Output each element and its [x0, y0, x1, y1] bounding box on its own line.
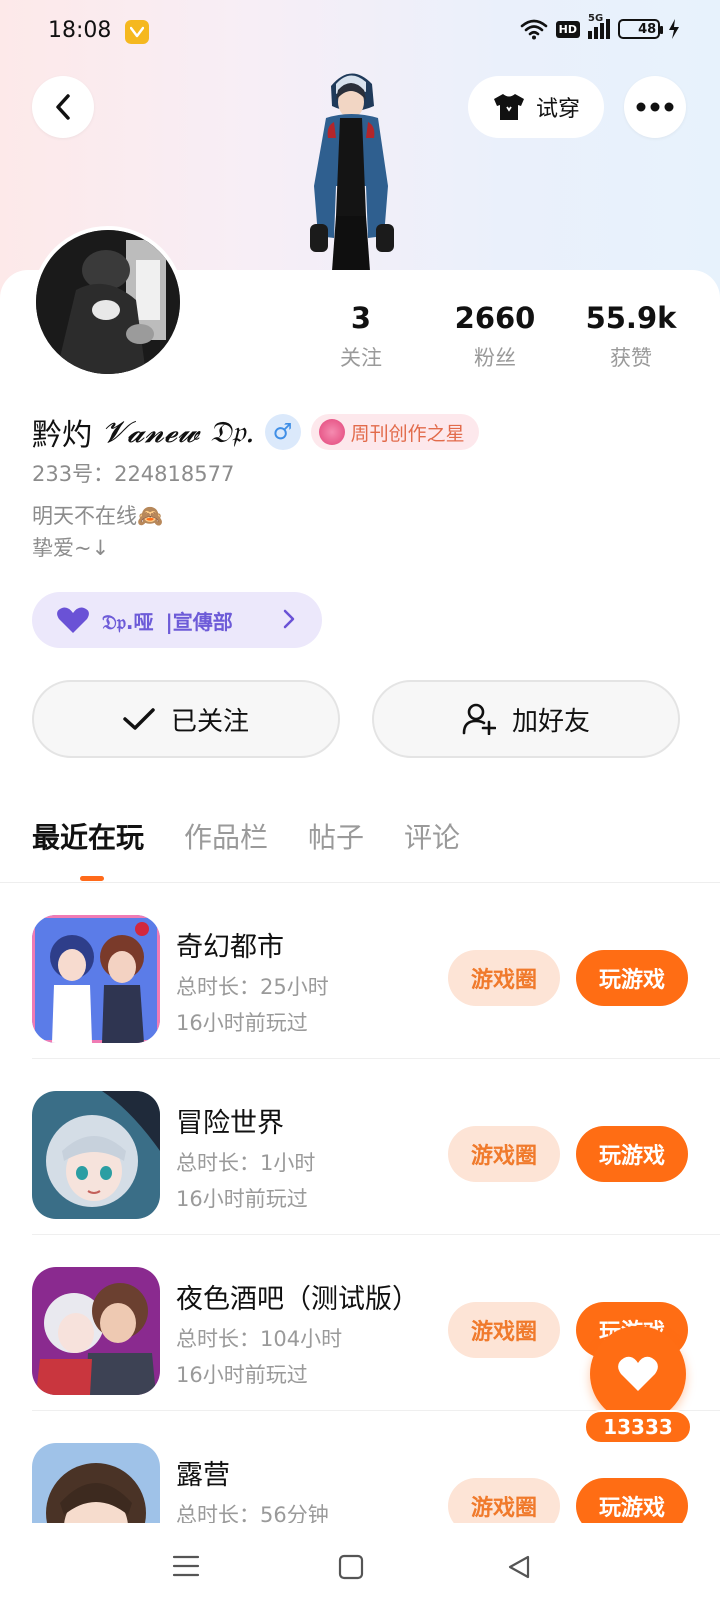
- game-last-played: 16小时前玩过: [176, 1363, 308, 1387]
- game-circle-button[interactable]: 游戏圈: [448, 1302, 560, 1358]
- tab-comments[interactable]: 评论: [404, 816, 460, 856]
- chevron-left-icon: [56, 94, 70, 120]
- try-on-label: 试穿: [535, 97, 580, 122]
- notification-app-icon: [125, 20, 149, 44]
- group-department: |宣傳部: [165, 609, 233, 634]
- status-icons: HD 5G 48: [520, 13, 680, 40]
- system-navigation-bar: [0, 1524, 720, 1612]
- stat-value: 3: [350, 301, 372, 335]
- game-icon: [32, 915, 160, 1043]
- game-title: 奇幻都市: [176, 932, 284, 963]
- like-count: 13333: [584, 1410, 692, 1444]
- list-item[interactable]: 奇幻都市 总时长：25小时 16小时前玩过 游戏圈 玩游戏: [0, 883, 720, 1059]
- stat-likes[interactable]: 55.9k 获赞: [566, 300, 696, 372]
- game-icon: [32, 1267, 160, 1395]
- tab-works[interactable]: 作品栏: [184, 816, 268, 856]
- game-duration: 总时长：56分钟: [176, 1503, 329, 1523]
- tab-posts[interactable]: 帖子: [308, 816, 364, 856]
- followed-button[interactable]: 已关注: [32, 680, 340, 758]
- game-last-played: 16小时前玩过: [176, 1011, 308, 1035]
- list-item[interactable]: 冒险世界 总时长：1小时 16小时前玩过 游戏圈 玩游戏: [0, 1059, 720, 1235]
- profile-tabs: 最近在玩 作品栏 帖子 评论: [32, 816, 460, 856]
- stat-value: 2660: [454, 301, 536, 335]
- user-id: 233号：224818577: [32, 462, 235, 486]
- group-pill[interactable]: 𝔇𝔭.哑 |宣傳部: [32, 592, 322, 648]
- username-signature: 𝓥𝓪𝓷𝓮𝔀 𝔇𝔭.: [102, 414, 255, 450]
- try-on-button[interactable]: 试穿: [468, 76, 604, 138]
- status-bar: 18:08 HD 5G 48: [0, 0, 720, 64]
- game-title: 露营: [176, 1460, 230, 1491]
- game-icon: [32, 1443, 160, 1523]
- game-duration: 总时长：104小时: [176, 1327, 343, 1351]
- more-button[interactable]: [624, 76, 686, 138]
- add-friend-label: 加好友: [511, 706, 590, 737]
- group-name: 𝔇𝔭.哑: [102, 609, 154, 634]
- profile-stats: 3 关注 2660 粉丝 55.9k 获赞: [0, 300, 720, 380]
- game-circle-button[interactable]: 游戏圈: [448, 1126, 560, 1182]
- stat-label: 获赞: [610, 346, 652, 370]
- username: 黔灼: [32, 418, 92, 453]
- user-bio: 明天不在线🙈 挚爱~↓: [32, 504, 164, 560]
- honor-badge-icon: [318, 419, 345, 445]
- play-game-button[interactable]: 玩游戏: [576, 1478, 688, 1523]
- name-row: 黔灼 𝓥𝓪𝓷𝓮𝔀 𝔇𝔭. ♂ 周刊创作之星: [32, 410, 479, 454]
- game-title: 夜色酒吧（测试版）: [176, 1284, 419, 1315]
- add-user-icon: [462, 703, 496, 735]
- back-button[interactable]: [32, 76, 94, 138]
- game-icon: [32, 1091, 160, 1219]
- check-icon: [123, 708, 155, 730]
- network-type: 5G: [588, 13, 604, 24]
- menu-icon[interactable]: [172, 1554, 200, 1578]
- wifi-icon: [520, 19, 547, 40]
- honor-badge-label: 周刊创作之星: [350, 422, 465, 445]
- shirt-icon: [493, 94, 524, 120]
- play-game-button[interactable]: 玩游戏: [576, 950, 688, 1006]
- back-nav-icon[interactable]: [506, 1554, 532, 1580]
- hd-voice-icon: HD: [555, 20, 580, 38]
- followed-label: 已关注: [170, 706, 249, 737]
- stat-followers[interactable]: 2660 粉丝: [430, 300, 560, 372]
- game-duration: 总时长：1小时: [176, 1151, 316, 1175]
- game-circle-button[interactable]: 游戏圈: [448, 1478, 560, 1523]
- battery-level: 48: [638, 21, 657, 37]
- stat-label: 关注: [340, 346, 382, 370]
- heart-icon: [57, 607, 89, 633]
- tab-active-indicator: [80, 876, 104, 881]
- home-icon[interactable]: [338, 1554, 364, 1580]
- avatar-character-figure: [310, 73, 394, 271]
- battery-icon: 48: [618, 19, 663, 39]
- heart-icon: [618, 1356, 658, 1391]
- game-title: 冒险世界: [176, 1108, 284, 1139]
- stat-label: 粉丝: [474, 346, 516, 370]
- tab-recently-played[interactable]: 最近在玩: [32, 816, 144, 856]
- like-button[interactable]: [590, 1326, 686, 1422]
- play-game-button[interactable]: 玩游戏: [576, 1126, 688, 1182]
- more-icon: [636, 102, 674, 112]
- add-friend-button[interactable]: 加好友: [372, 680, 680, 758]
- gender-male-icon: ♂: [264, 414, 301, 450]
- status-time: 18:08: [48, 18, 112, 43]
- game-duration: 总时长：25小时: [176, 975, 329, 999]
- chevron-right-icon: [283, 609, 295, 629]
- honor-badge[interactable]: 周刊创作之星: [310, 414, 479, 450]
- game-last-played: 16小时前玩过: [176, 1187, 308, 1211]
- profile-page: 18:08 HD 5G 48 试穿 3 关注 2660 粉丝 55.9k 获赞 …: [0, 0, 720, 1612]
- charging-icon: [669, 19, 679, 39]
- stat-following[interactable]: 3 关注: [296, 300, 426, 372]
- game-circle-button[interactable]: 游戏圈: [448, 950, 560, 1006]
- stat-value: 55.9k: [585, 301, 677, 335]
- signal-icon: 5G: [588, 13, 610, 39]
